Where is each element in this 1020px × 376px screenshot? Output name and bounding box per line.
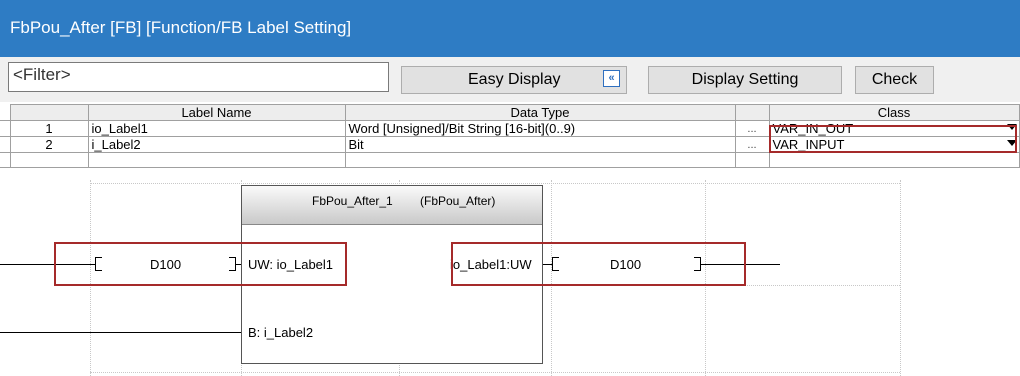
class-highlight-box (769, 125, 1017, 153)
data-type-cell[interactable]: Word [Unsigned]/Bit String [16-bit](0..9… (344, 120, 736, 137)
fb-type-name: (FbPou_After) (420, 194, 496, 208)
window-title: FbPou_After [FB] [Function/FB Label Sett… (10, 18, 352, 37)
data-type-browse-button[interactable]: ... (734, 120, 770, 137)
input-highlight-box (54, 242, 347, 286)
title-bar: FbPou_After [FB] [Function/FB Label Sett… (0, 0, 1020, 57)
fb-instance-name: FbPou_After_1 (312, 194, 393, 208)
row-number: 2 (9, 136, 89, 153)
label-name-cell[interactable]: io_Label1 (87, 120, 346, 137)
input2-pin-label: B: i_Label2 (248, 325, 314, 340)
output-highlight-box (451, 242, 746, 286)
easy-display-button[interactable]: Easy Display (401, 66, 627, 94)
header-data-type[interactable]: Data Type (344, 104, 736, 121)
check-button[interactable]: Check (855, 66, 934, 94)
header-label-name[interactable]: Label Name (87, 104, 346, 121)
data-type-cell[interactable]: Bit (344, 136, 736, 153)
header-class[interactable]: Class (768, 104, 1020, 121)
filter-input[interactable]: <Filter> (8, 62, 389, 92)
display-setting-button[interactable]: Display Setting (648, 66, 842, 94)
function-block-header: FbPou_After_1 (FbPou_After) (242, 186, 542, 225)
data-type-browse-button[interactable]: ... (734, 136, 770, 153)
row-number: 1 (9, 120, 89, 137)
label-name-cell[interactable]: i_Label2 (87, 136, 346, 153)
easy-display-label: Easy Display (468, 71, 561, 88)
input-wire (0, 332, 243, 333)
collapse-icon[interactable]: « (603, 70, 620, 87)
grid-header-row: Label Name Data Type Class (0, 104, 1020, 121)
ladder-diagram: FbPou_After_1 (FbPou_After) D100 UW: io_… (0, 180, 1020, 376)
table-row[interactable] (0, 152, 1020, 168)
